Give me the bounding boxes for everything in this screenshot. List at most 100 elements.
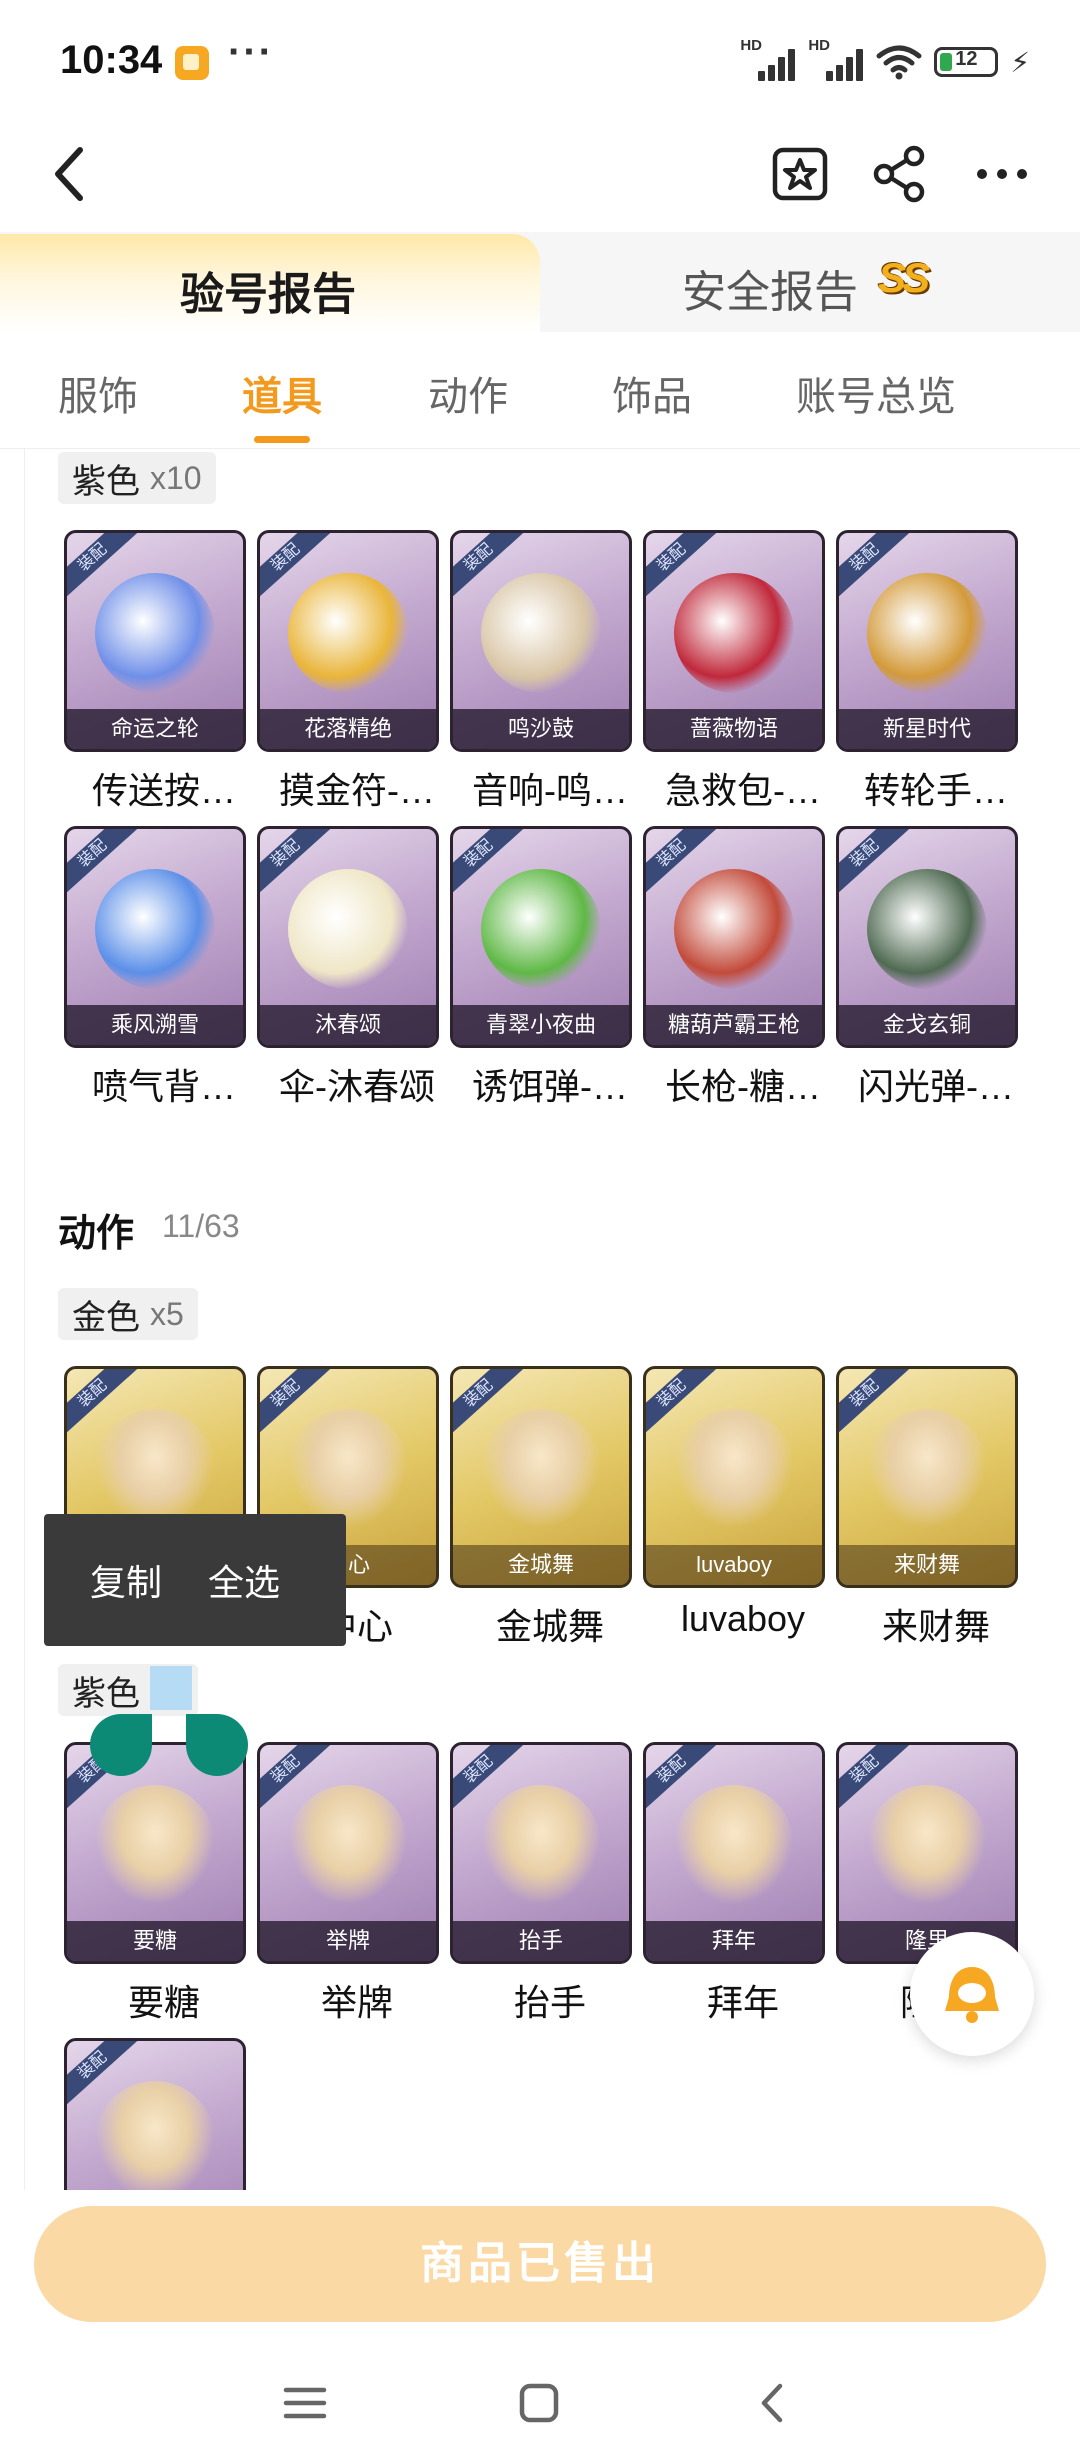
item-label: luvaboy <box>680 1598 806 1639</box>
item-card: 装配 隆里 <box>836 1742 1018 1964</box>
system-back-button[interactable] <box>738 2368 808 2438</box>
item-tile[interactable]: 装配 拜年 拜年 <box>643 1742 827 2026</box>
back-chevron-icon <box>761 2383 783 2423</box>
item-artwork-icon <box>481 1409 601 1529</box>
item-caption: 来财舞 <box>839 1545 1015 1585</box>
item-tile[interactable]: 装配 要糖 要糖 <box>64 1742 248 2026</box>
select-all-menu-item[interactable]: 全选 <box>208 1554 280 1606</box>
item-label: 急救包-… <box>665 770 821 811</box>
tab-clothing[interactable]: 服饰 <box>58 364 138 422</box>
share-button[interactable] <box>864 138 936 210</box>
more-dots-icon <box>977 169 1027 179</box>
sold-out-button[interactable]: 商品已售出 <box>34 2206 1046 2322</box>
item-tile[interactable]: 装配 乘风溯雪 喷气背… <box>64 826 248 1110</box>
signal-icon: HD <box>740 37 796 81</box>
tab-props[interactable]: 道具 <box>242 364 322 422</box>
item-caption: 命运之轮 <box>67 709 243 749</box>
tab-accessories[interactable]: 饰品 <box>612 364 692 422</box>
item-label: 伞-沐春颂 <box>279 1066 435 1107</box>
item-artwork-icon <box>867 869 987 989</box>
item-label: 来财舞 <box>881 1606 990 1647</box>
item-label: 传送按… <box>91 770 236 811</box>
item-tile[interactable]: 装配 命运之轮传送按… <box>64 530 248 814</box>
item-caption: 花落精绝 <box>260 709 436 749</box>
item-tile[interactable]: 装配 鸣沙鼓音响-鸣… <box>450 530 634 814</box>
wifi-icon <box>876 45 922 80</box>
item-tile[interactable]: 装配 沐春颂伞-沐春颂 <box>257 826 441 1110</box>
menu-icon <box>283 2387 327 2419</box>
item-tile[interactable]: 装配 <box>64 2038 248 2190</box>
back-button[interactable] <box>36 134 116 214</box>
item-tile[interactable]: 装配 luvaboy luvaboy <box>643 1366 827 1640</box>
item-card: 装配 新星时代 <box>836 530 1018 752</box>
item-card: 装配 来财舞 <box>836 1366 1018 1588</box>
selection-handle-end[interactable] <box>186 1714 248 1776</box>
home-square-icon <box>519 2383 559 2423</box>
item-card: 装配 命运之轮 <box>64 530 246 752</box>
item-caption: 抬手 <box>453 1921 629 1961</box>
tab-account-overview[interactable]: 账号总览 <box>796 364 956 422</box>
tab-actions[interactable]: 动作 <box>428 364 508 422</box>
item-card: 装配 <box>64 2038 246 2190</box>
item-card: 装配 青翠小夜曲 <box>450 826 632 1048</box>
item-tile[interactable]: 装配 青翠小夜曲诱饵弹-… <box>450 826 634 1110</box>
text-context-menu: 复制 全选 <box>44 1514 346 1646</box>
category-tabs: 服饰 道具 动作 饰品 账号总览 <box>0 332 1080 449</box>
item-card: 装配 花落精绝 <box>257 530 439 752</box>
section-title-actions: 动作 <box>58 1213 135 1255</box>
more-button[interactable] <box>966 138 1038 210</box>
item-card: 装配 沐春颂 <box>257 826 439 1048</box>
item-tile[interactable]: 装配 新星时代 转轮手… <box>836 530 1020 814</box>
section-count-actions: 11/63 <box>162 1208 240 1244</box>
selection-handle-start[interactable] <box>90 1714 152 1776</box>
item-tile[interactable]: 装配 抬手 抬手 <box>450 1742 634 2026</box>
app-notification-icon <box>175 46 209 80</box>
back-arrow-icon <box>55 147 83 201</box>
item-card: 装配 抬手 <box>450 1742 632 1964</box>
item-tile[interactable]: 装配 花落精绝摸金符-… <box>257 530 441 814</box>
item-artwork-icon <box>674 1785 794 1905</box>
tab-security-report[interactable]: 安全报告 SS <box>540 232 1080 332</box>
item-tile[interactable]: 装配 糖葫芦霸王枪 长枪-糖… <box>643 826 827 1110</box>
tab-inspection-report[interactable]: 验号报告 <box>0 234 540 332</box>
item-label: 诱饵弹-… <box>472 1066 628 1107</box>
item-tile[interactable]: 装配 金戈玄铜 闪光弹-… <box>836 826 1020 1110</box>
item-card: 装配 糖葫芦霸王枪 <box>643 826 825 1048</box>
item-card: 装配 蔷薇物语 <box>643 530 825 752</box>
charging-icon: ⚡ <box>1010 46 1030 78</box>
item-artwork-icon <box>674 1409 794 1529</box>
item-artwork-icon <box>481 1785 601 1905</box>
item-card: 装配 金城舞 <box>450 1366 632 1588</box>
item-label: 要糖 <box>127 1982 200 2023</box>
item-artwork-icon <box>481 869 601 989</box>
item-caption: 鸣沙鼓 <box>453 709 629 749</box>
item-card: 装配 乘风溯雪 <box>64 826 246 1048</box>
item-caption: luvaboy <box>646 1545 822 1585</box>
item-label: 音响-鸣… <box>472 770 628 811</box>
system-navigation-bar <box>0 2340 1080 2460</box>
tab-security-label: 安全报告 <box>682 268 858 317</box>
item-tile[interactable]: 装配 来财舞 来财舞 <box>836 1366 1020 1650</box>
item-tile[interactable]: 装配 举牌 举牌 <box>257 1742 441 2026</box>
copy-menu-item[interactable]: 复制 <box>90 1554 162 1606</box>
item-tile[interactable]: 装配 金城舞 金城舞 <box>450 1366 634 1650</box>
signal-icon: HD <box>808 37 864 81</box>
item-artwork-icon <box>288 573 408 693</box>
item-card: 装配 鸣沙鼓 <box>450 530 632 752</box>
item-label: 抬手 <box>513 1982 586 2023</box>
item-caption: 青翠小夜曲 <box>453 1005 629 1045</box>
content-area[interactable]: 紫色x10 动作 11/63 金色x5 紫色x6 装配命运之轮传送按…装配花落精… <box>24 448 1056 2190</box>
home-button[interactable] <box>504 2368 574 2438</box>
menu-button[interactable] <box>270 2368 340 2438</box>
status-indicators: HD HD 12 ⚡ <box>740 37 1030 82</box>
item-label: 摸金符-… <box>279 770 435 811</box>
item-artwork-icon <box>481 573 601 693</box>
active-tab-indicator <box>254 436 310 443</box>
item-label: 举牌 <box>320 1982 393 2023</box>
item-caption: 金城舞 <box>453 1545 629 1585</box>
favorite-button[interactable] <box>764 138 836 210</box>
item-artwork-icon <box>288 869 408 989</box>
floating-assistant-button[interactable] <box>910 1932 1034 2056</box>
item-tile[interactable]: 装配 蔷薇物语急救包-… <box>643 530 827 814</box>
share-icon <box>873 145 925 203</box>
